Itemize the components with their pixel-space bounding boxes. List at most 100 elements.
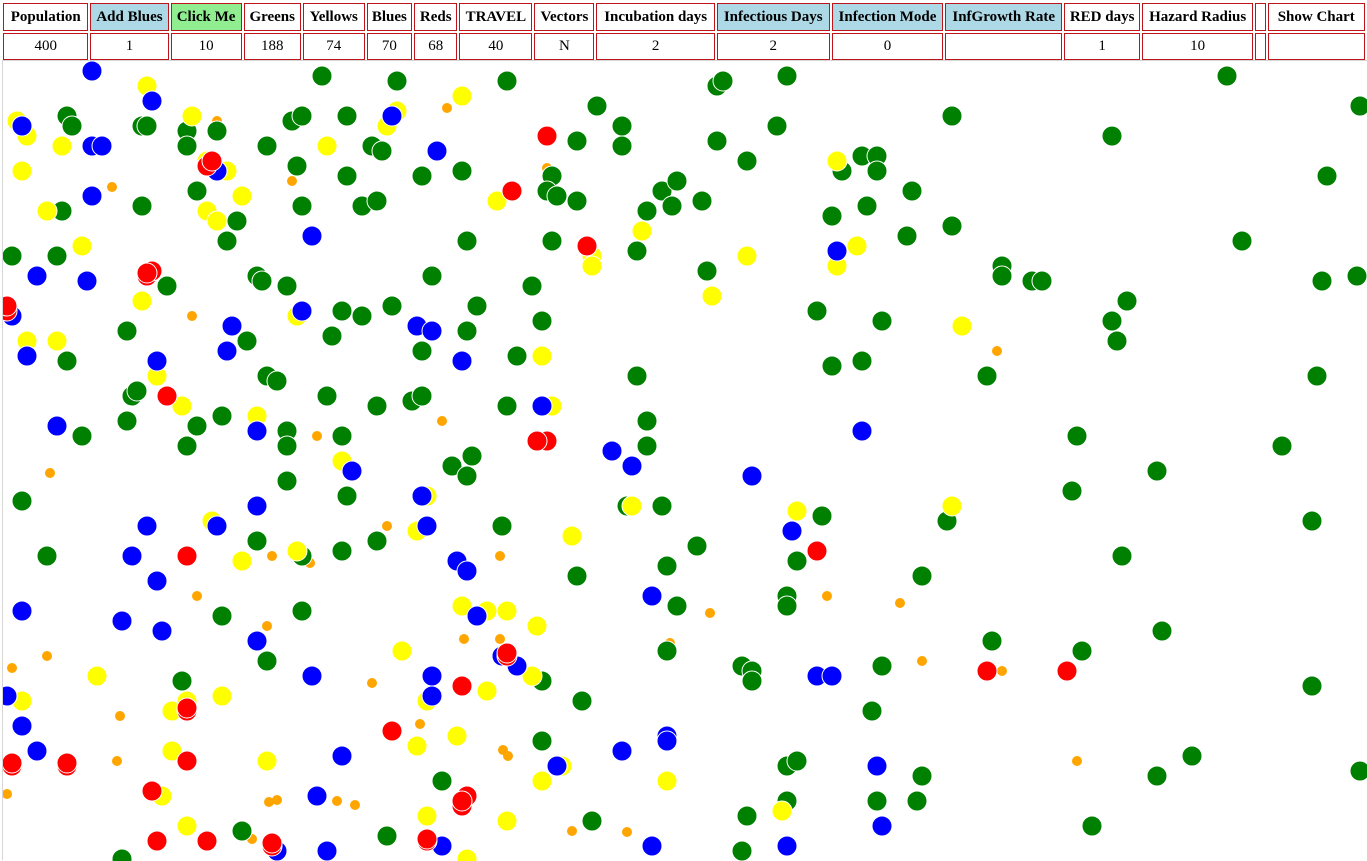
hazard-radius-value[interactable]: 10	[1142, 33, 1254, 60]
red-dot	[451, 675, 473, 697]
blue-dot	[641, 835, 663, 857]
green-dot	[411, 385, 433, 407]
yellow-dot	[476, 680, 498, 702]
orange-dot	[42, 651, 52, 661]
green-dot	[366, 190, 388, 212]
green-dot	[496, 70, 518, 92]
infection-mode-value[interactable]: 0	[831, 33, 944, 60]
green-dot	[821, 205, 843, 227]
blue-dot	[111, 610, 133, 632]
green-dot	[1346, 265, 1367, 287]
orange-dot	[1072, 756, 1082, 766]
orange-dot	[567, 826, 577, 836]
green-dot	[866, 160, 888, 182]
click-me-button[interactable]: Click Me	[170, 3, 242, 31]
green-dot	[901, 180, 923, 202]
infectious-days-button[interactable]: Infectious Days	[716, 3, 830, 31]
green-dot	[546, 185, 568, 207]
red-dot	[141, 780, 163, 802]
yellow-dot	[826, 150, 848, 172]
green-dot	[256, 650, 278, 672]
orange-dot	[287, 176, 297, 186]
green-dot	[336, 105, 358, 127]
green-dot	[36, 545, 58, 567]
blue-dot	[11, 715, 33, 737]
blue-dot	[301, 225, 323, 247]
inf-growth-rate-value[interactable]	[945, 33, 1063, 60]
population-dots	[3, 61, 1367, 861]
green-dot	[461, 445, 483, 467]
blue-dot	[411, 485, 433, 507]
green-dot	[366, 530, 388, 552]
orange-dot	[7, 663, 17, 673]
yellow-dot	[496, 810, 518, 832]
show-chart-value[interactable]	[1267, 33, 1365, 60]
orange-dot	[107, 182, 117, 192]
yellow-dot	[86, 665, 108, 687]
green-dot	[251, 270, 273, 292]
infection-mode-button[interactable]: Infection Mode	[831, 3, 944, 31]
blue-dot	[141, 90, 163, 112]
inf-growth-rate-button[interactable]: InfGrowth Rate	[945, 3, 1063, 31]
green-dot	[131, 195, 153, 217]
green-dot	[1181, 745, 1203, 767]
yellow-dot	[446, 725, 468, 747]
click-me-value[interactable]: 10	[170, 33, 242, 60]
red-days-value[interactable]: 1	[1064, 33, 1141, 60]
yellow-dot	[621, 495, 643, 517]
infectious-days-value[interactable]: 2	[716, 33, 830, 60]
red-dot	[501, 180, 523, 202]
green-dot	[451, 160, 473, 182]
vectors-value[interactable]: N	[534, 33, 595, 60]
yellow-dot	[531, 770, 553, 792]
yellow-dot	[771, 800, 793, 822]
green-dot	[71, 425, 93, 447]
population-value[interactable]: 400	[3, 33, 89, 60]
green-dot	[856, 195, 878, 217]
add-blues-button[interactable]: Add Blues	[90, 3, 169, 31]
yellow-dot	[416, 805, 438, 827]
green-dot	[246, 530, 268, 552]
orange-dot	[267, 551, 277, 561]
green-dot	[851, 350, 873, 372]
blue-dot	[301, 665, 323, 687]
green-dot	[1311, 270, 1333, 292]
orange-dot	[437, 416, 447, 426]
yellows-value: 74	[302, 33, 365, 60]
show-chart-button[interactable]: Show Chart	[1267, 3, 1365, 31]
red-dot	[136, 262, 158, 284]
green-dot	[126, 380, 148, 402]
green-dot	[1066, 425, 1088, 447]
blue-dot	[221, 315, 243, 337]
orange-dot	[705, 608, 715, 618]
orange-dot	[367, 678, 377, 688]
green-dot	[366, 395, 388, 417]
population-header: Population	[3, 3, 89, 31]
travel-value[interactable]: 40	[459, 33, 533, 60]
green-dot	[491, 515, 513, 537]
green-dot	[371, 140, 393, 162]
red-dot	[1056, 660, 1078, 682]
yellow-dot	[846, 235, 868, 257]
green-dot	[636, 410, 658, 432]
blue-dot	[451, 350, 473, 372]
hazard-radius-header: Hazard Radius	[1142, 3, 1254, 31]
red-dot	[806, 540, 828, 562]
simulation-canvas[interactable]	[2, 60, 1367, 861]
blue-dot	[16, 345, 38, 367]
green-dot	[411, 340, 433, 362]
incubation-days-value[interactable]: 2	[596, 33, 715, 60]
green-dot	[861, 700, 883, 722]
yellow-dot	[391, 640, 413, 662]
orange-dot	[3, 789, 12, 799]
green-dot	[581, 810, 603, 832]
orange-dot	[992, 346, 1002, 356]
travel-header: TRAVEL	[459, 3, 533, 31]
green-dot	[171, 670, 193, 692]
blue-dot	[416, 515, 438, 537]
add-blues-value[interactable]: 1	[90, 33, 169, 60]
blue-dot	[421, 320, 443, 342]
blue-dot	[466, 605, 488, 627]
incubation-days-header: Incubation days	[596, 3, 715, 31]
orange-dot	[262, 621, 272, 631]
